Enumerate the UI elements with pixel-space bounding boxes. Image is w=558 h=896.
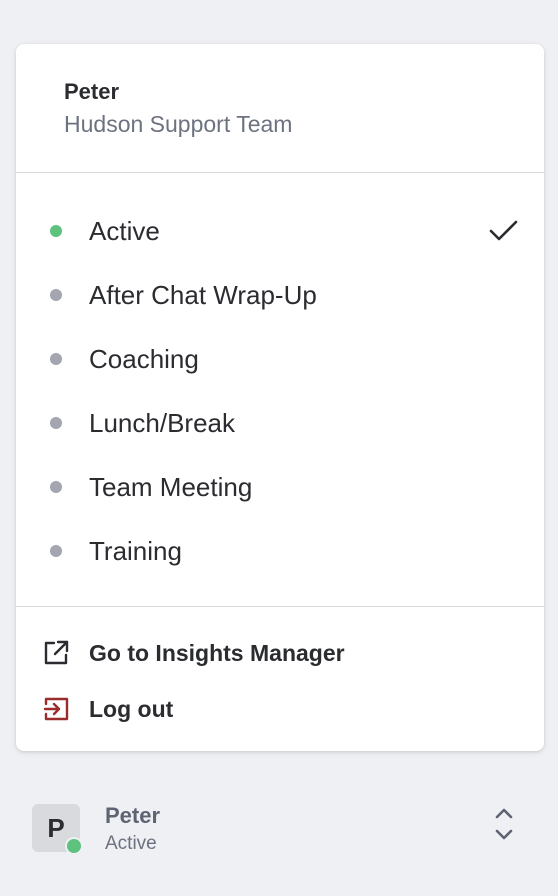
status-dot-after-chat-wrap-up — [50, 289, 62, 301]
status-label: Active — [89, 216, 160, 246]
status-item-training[interactable]: Training — [16, 523, 544, 579]
footer-user-status: Active — [105, 833, 157, 854]
footer-user-name: Peter — [105, 803, 161, 828]
status-list: Active After Chat Wrap-Up Coaching Lunch… — [16, 173, 544, 607]
presence-dot — [65, 837, 83, 855]
status-label: After Chat Wrap-Up — [89, 280, 317, 310]
status-menu: Peter Hudson Support Team Active After C… — [16, 44, 544, 751]
external-link-icon — [44, 640, 69, 665]
status-label: Training — [89, 536, 182, 566]
log-out-button[interactable]: Log out — [16, 682, 544, 734]
status-dot-team-meeting — [50, 481, 62, 493]
status-dot-training — [50, 545, 62, 557]
status-item-lunch-break[interactable]: Lunch/Break — [16, 395, 544, 451]
status-label: Coaching — [89, 344, 199, 374]
status-dot-active — [50, 225, 62, 237]
status-item-coaching[interactable]: Coaching — [16, 331, 544, 387]
chevron-up-down-icon — [495, 808, 513, 840]
status-label: Lunch/Break — [89, 408, 235, 438]
status-item-team-meeting[interactable]: Team Meeting — [16, 459, 544, 515]
menu-actions: Go to Insights Manager Log out — [16, 607, 544, 751]
status-item-after-chat-wrap-up[interactable]: After Chat Wrap-Up — [16, 267, 544, 323]
menu-user-header: Peter Hudson Support Team — [16, 44, 544, 173]
user-team: Hudson Support Team — [64, 111, 293, 137]
checkmark-icon — [489, 220, 518, 241]
user-name: Peter — [64, 79, 120, 104]
action-label: Log out — [89, 696, 174, 722]
go-to-insights-manager-link[interactable]: Go to Insights Manager — [16, 626, 544, 678]
user-status-toggle[interactable]: P Peter Active — [16, 782, 544, 868]
status-item-active[interactable]: Active — [16, 203, 544, 259]
status-dot-lunch-break — [50, 417, 62, 429]
action-label: Go to Insights Manager — [89, 640, 345, 666]
status-dot-coaching — [50, 353, 62, 365]
status-label: Team Meeting — [89, 472, 253, 502]
log-out-icon — [43, 697, 69, 721]
